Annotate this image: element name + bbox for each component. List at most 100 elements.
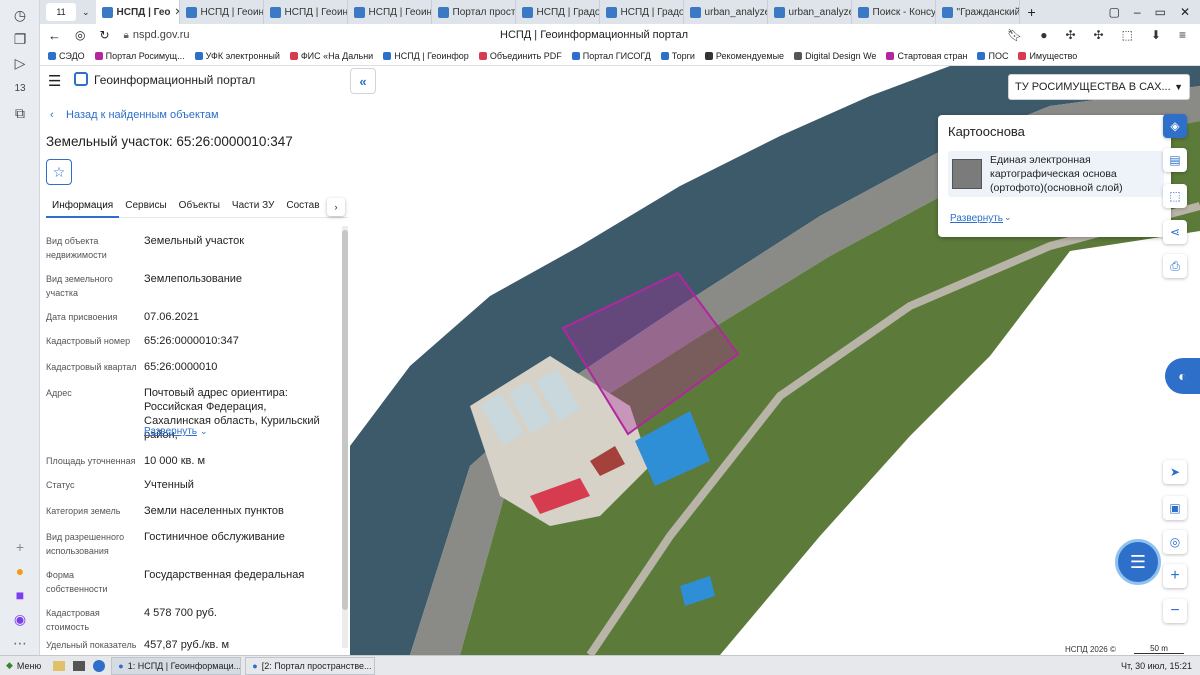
menu-icon[interactable]: ≡ — [1179, 28, 1186, 42]
file-manager-icon[interactable] — [53, 660, 66, 671]
bookmark-item[interactable]: Имущество — [1018, 51, 1077, 61]
tab-title: urban_analyze — [788, 6, 852, 18]
attribute-label: Категория земель — [46, 506, 121, 516]
bookmark-item[interactable]: Стартовая стран — [886, 51, 967, 61]
map-canvas[interactable]: « ТУ РОСИМУЩЕСТВА В САХ... ▼ Картооснова… — [350, 66, 1200, 655]
protect-icon[interactable]: ◎ — [75, 28, 85, 42]
bookmark-item[interactable]: ПОС — [977, 51, 1008, 61]
reload-icon[interactable]: ↻ — [99, 28, 109, 42]
screenshot-icon[interactable]: ⧉ — [9, 102, 31, 124]
tab-list-chevron-icon[interactable]: ⌄ — [82, 7, 90, 18]
organization-select[interactable]: ТУ РОСИМУЩЕСТВА В САХ... ▼ — [1008, 74, 1190, 100]
tabs-scroll-right-button[interactable]: › — [327, 198, 345, 216]
bookmark-item[interactable]: НСПД | Геоинфор — [383, 51, 469, 61]
back-to-results-link[interactable]: Назад к найденным объектам — [66, 109, 219, 121]
browser-tab[interactable]: НСПД | Геоинф — [264, 0, 348, 24]
sidebar-app-icon-1[interactable]: ● — [9, 560, 31, 582]
sidebar-app-icon-2[interactable]: ■ — [9, 584, 31, 606]
bookmark-item[interactable]: СЭДО — [48, 51, 85, 61]
bookmark-label: НСПД | Геоинфор — [394, 50, 469, 61]
browser-quick-icon[interactable] — [93, 659, 106, 672]
more-icon[interactable]: ⋯ — [9, 632, 31, 654]
bookmark-item[interactable]: УФК электронный — [194, 51, 280, 61]
info-tab[interactable]: Части ЗУ — [226, 194, 280, 218]
downloads-icon[interactable]: ⬇ — [1151, 28, 1161, 42]
tab-counter[interactable]: 11 — [46, 3, 76, 21]
calendar-icon[interactable]: 13 — [9, 77, 31, 99]
browser-tab[interactable]: НСПД | Градо — [516, 0, 600, 24]
history-icon[interactable]: ◷ — [9, 4, 31, 26]
browser-tab[interactable]: urban_analyze — [768, 0, 852, 24]
bookmark-item[interactable]: Рекомендуемые — [704, 51, 784, 61]
taskbar-window-button[interactable]: ● 1: НСПД | Геоинформаци... — [111, 656, 242, 675]
locate-icon[interactable]: ◎ — [1163, 530, 1187, 554]
navigate-icon[interactable]: ➤ — [1163, 460, 1187, 484]
back-chevron-icon[interactable]: ‹ — [50, 109, 54, 121]
taskbar-window-button[interactable]: ● [2: Портал пространстве... — [245, 656, 376, 675]
chat-assistant-button[interactable]: ☰ — [1115, 539, 1161, 585]
basemap-layer-item[interactable]: Единая электронная картографическая осно… — [948, 151, 1164, 197]
back-icon[interactable]: ← — [48, 28, 61, 43]
minimize-icon[interactable]: – — [1134, 5, 1141, 19]
attribute-value: 65:26:0000010:347 — [144, 335, 239, 347]
start-menu-button[interactable]: ◆ Меню — [0, 657, 47, 675]
bookmark-item[interactable]: Объединить PDF — [478, 51, 562, 61]
extension-icon[interactable]: ● — [1040, 28, 1047, 42]
zoom-out-button[interactable]: − — [1163, 599, 1187, 623]
browser-tab[interactable]: "Гражданский — [936, 0, 1020, 24]
address-expand-link[interactable]: Развернуть — [144, 426, 197, 437]
feedback-tab-icon[interactable]: ◐ — [1165, 358, 1200, 394]
browser-tab[interactable]: Портал прост — [432, 0, 516, 24]
browser-tab[interactable]: urban_analyze — [684, 0, 768, 24]
close-window-icon[interactable]: ✕ — [1180, 5, 1190, 19]
layers-tool-button[interactable]: ◈ — [1163, 114, 1187, 138]
info-tab[interactable]: Объекты — [173, 194, 226, 218]
browser-tab[interactable]: НСПД | Геоинф — [180, 0, 264, 24]
scrollbar-thumb[interactable] — [342, 230, 348, 610]
info-tab[interactable]: Состав — [280, 194, 325, 218]
bookmark-favicon-icon — [794, 51, 803, 60]
browser-tab[interactable]: Поиск - Консу — [852, 0, 936, 24]
bookmark-page-icon[interactable]: ▢ — [1109, 5, 1120, 19]
url-field[interactable]: nspd.gov.ru — [133, 29, 190, 41]
alice-icon[interactable]: ◉ — [9, 608, 31, 630]
portal-logo-text[interactable]: Геоинформационный портал — [94, 73, 255, 87]
maximize-icon[interactable]: ▭ — [1155, 5, 1166, 19]
zoom-in-button[interactable]: + — [1163, 564, 1187, 588]
window-title: [2: Портал пространстве... — [261, 660, 372, 671]
hamburger-menu-icon[interactable]: ☰ — [48, 72, 61, 90]
extension-icon-2[interactable]: ✣ — [1065, 28, 1075, 42]
new-tab-button[interactable]: + — [1020, 4, 1044, 20]
collapse-panel-button[interactable]: « — [350, 68, 376, 94]
extension-icon-4[interactable]: ⬚ — [1122, 28, 1133, 42]
bookmark-item[interactable]: Торги — [660, 51, 695, 61]
browser-tab[interactable]: НСПД | Геоин — [348, 0, 432, 24]
scrollbar-track[interactable] — [342, 226, 348, 648]
basemap-card-title: Картооснова — [948, 124, 1025, 139]
bookmark-item[interactable]: Портал ГИСОГД — [571, 51, 651, 61]
attribute-label: Кадастровый квартал — [46, 362, 137, 372]
address-bar-row: ← ◎ ↻ 🔒︎ nspd.gov.ru НСПД | Геоинформаци… — [40, 24, 1200, 46]
extension-icon-3[interactable]: ✣ — [1094, 28, 1104, 42]
browser-tab[interactable]: НСПД | Градо — [600, 0, 684, 24]
add-panel-icon[interactable]: + — [9, 536, 31, 558]
favorite-star-button[interactable]: ☆ — [46, 159, 72, 185]
bookmark-item[interactable]: Digital Design We — [794, 51, 876, 61]
play-icon[interactable]: ▷ — [9, 52, 31, 74]
browser-tab[interactable]: НСПД | Гео✕ — [95, 0, 180, 24]
info-tab[interactable]: Информация — [46, 194, 120, 218]
bookmark-item[interactable]: ФИС «На Дальни — [289, 51, 373, 61]
chevron-down-icon: ▼ — [1174, 82, 1183, 92]
minimap-icon[interactable]: ▣ — [1163, 496, 1187, 520]
print-icon[interactable]: ⎙ — [1163, 254, 1187, 278]
select-area-tool-icon[interactable]: ⬚ — [1163, 184, 1187, 208]
bookmark-item[interactable]: Портал Росимущ... — [94, 51, 185, 61]
bookmark-icon[interactable]: 🔖︎ — [1007, 28, 1022, 42]
collections-icon[interactable]: ❐ — [9, 28, 31, 50]
share-icon[interactable]: ⋖ — [1163, 220, 1187, 244]
info-tab[interactable]: Сервисы — [119, 194, 172, 218]
basemap-expand-link[interactable]: Развернуть — [950, 213, 1003, 224]
terminal-icon[interactable] — [73, 660, 86, 671]
ruler-tool-icon[interactable]: ▤ — [1163, 148, 1187, 172]
tab-favicon-icon — [521, 6, 533, 18]
